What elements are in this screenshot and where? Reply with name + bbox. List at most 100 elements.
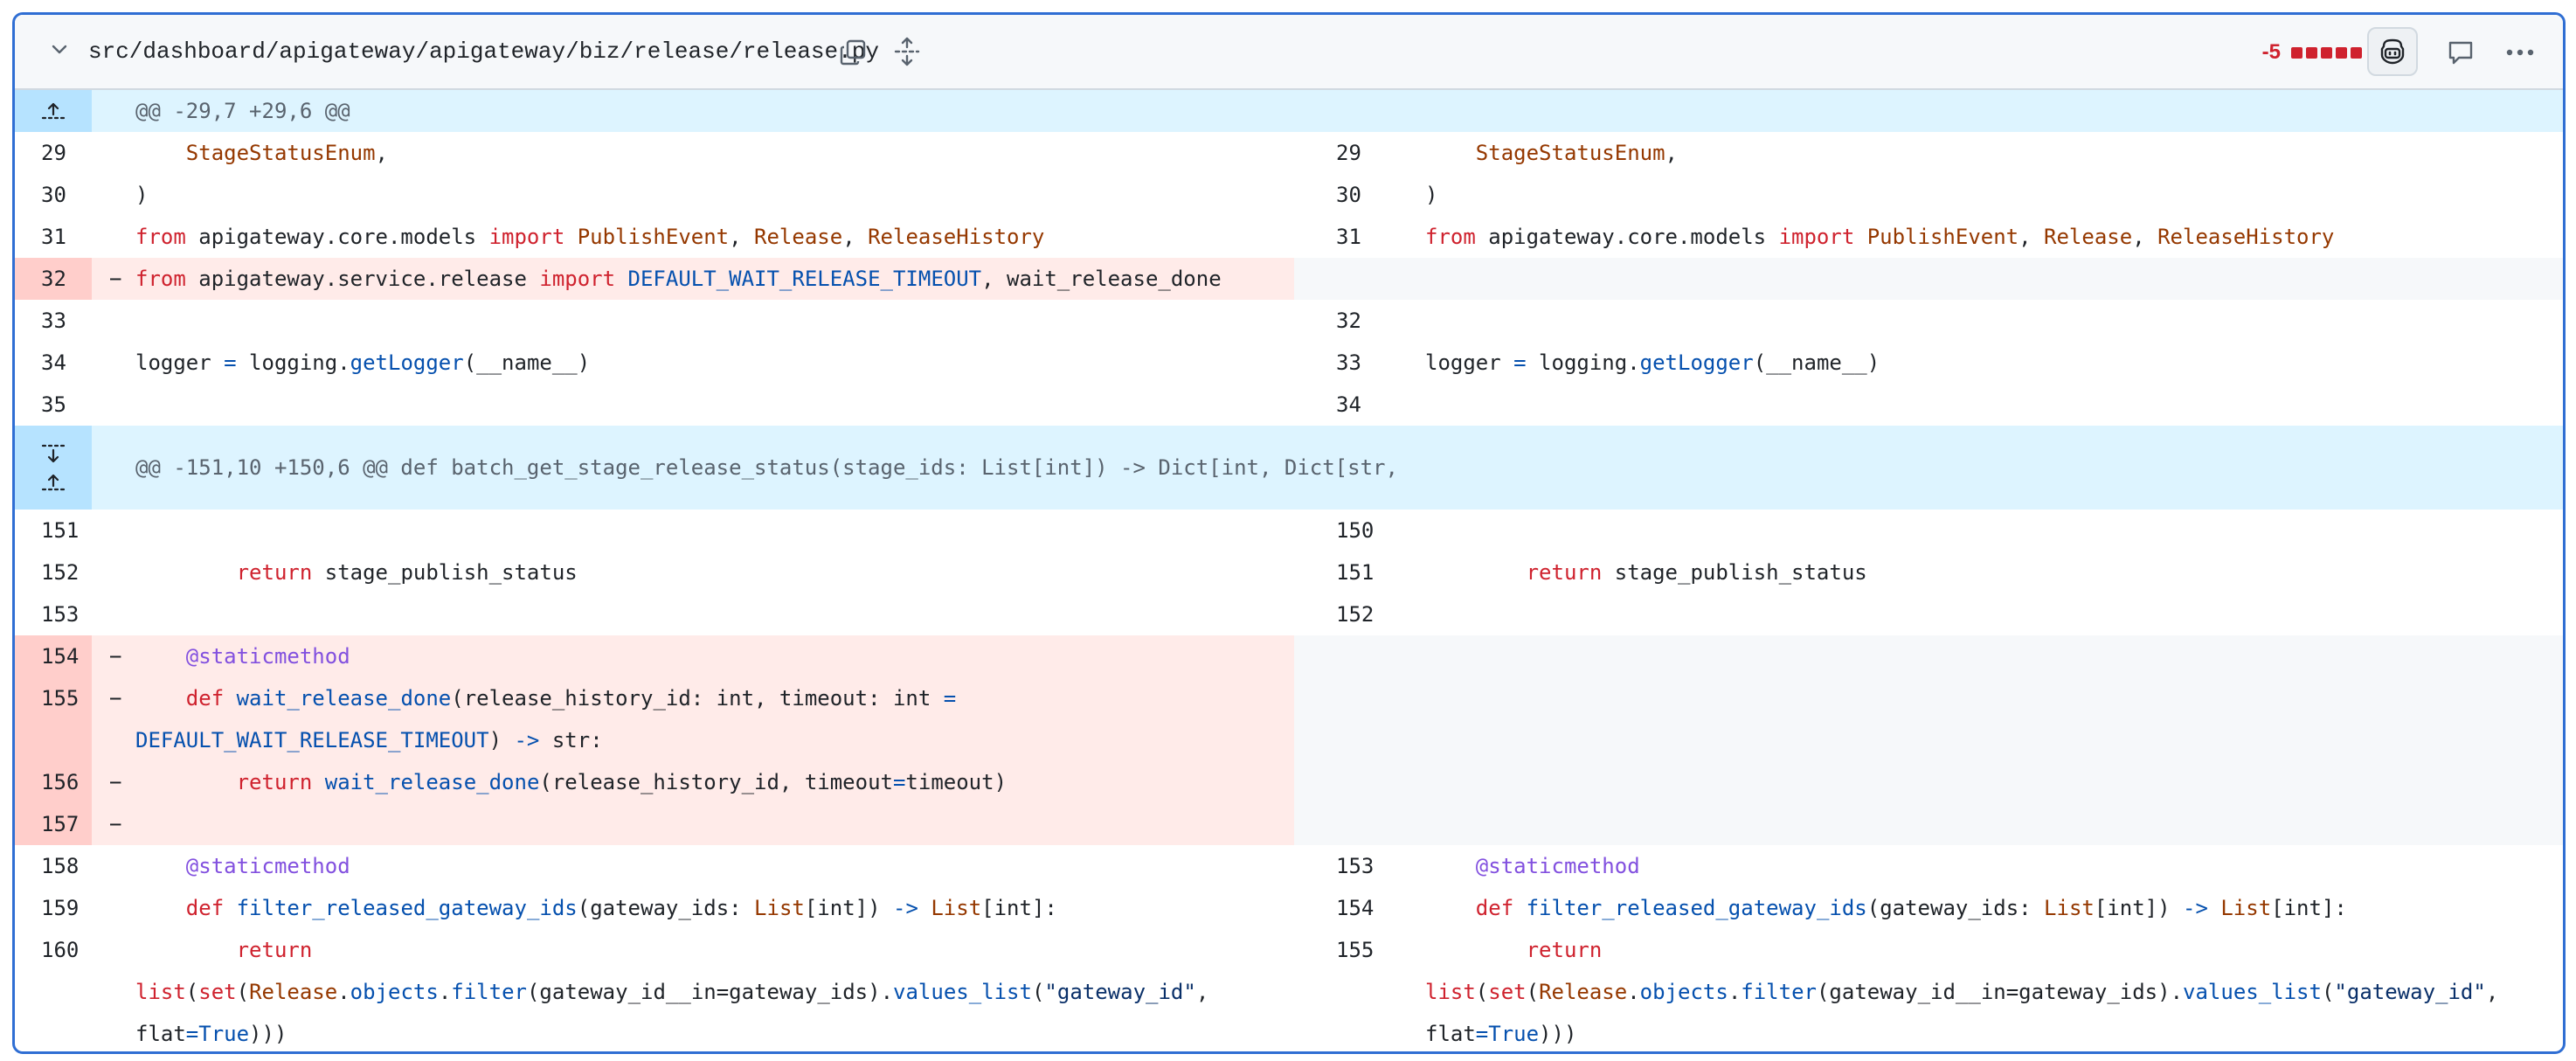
line-number[interactable]: 151 (1336, 551, 1388, 593)
hunk-header-text: @@ -29,7 +29,6 @@ (135, 99, 350, 123)
diff-row-deleted: 156 − return wait_release_done(release_h… (15, 761, 2563, 803)
right-side: 154 def filter_released_gateway_ids(gate… (1294, 887, 2563, 929)
diff-row-deleted: 154 − @staticmethod (15, 635, 2563, 677)
right-side-empty (1294, 677, 2563, 761)
comment-icon[interactable] (2442, 34, 2479, 71)
copilot-icon (2380, 38, 2405, 65)
code-line: logger = logging.getLogger(__name__) (135, 350, 591, 375)
left-side: 158 @staticmethod (15, 845, 1294, 887)
right-side: 155 return list(set(Release.objects.filt… (1294, 929, 2563, 1051)
line-number[interactable]: 153 (41, 593, 93, 635)
code-line: def filter_released_gateway_ids(gateway_… (1475, 896, 2347, 920)
stat-box (2351, 46, 2362, 59)
diff-row: 159 def filter_released_gateway_ids(gate… (15, 887, 2563, 929)
diff-stat: -5 (2262, 39, 2362, 66)
right-side: 151 return stage_publish_status (1294, 551, 2563, 593)
diff-row: 31 from apigateway.core.models import Pu… (15, 216, 2563, 258)
line-number[interactable]: 154 (41, 635, 93, 677)
chevron-down-icon[interactable] (46, 36, 73, 62)
deletion-marker: − (109, 770, 122, 794)
hunk-header: @@ -29,7 +29,6 @@ (15, 90, 2563, 132)
code-line: return stage_publish_status (236, 560, 578, 585)
diff-row-deleted: 155 − def wait_release_done(release_hist… (15, 677, 2563, 761)
line-number[interactable]: 30 (41, 174, 93, 216)
line-number[interactable]: 32 (41, 258, 93, 300)
line-number[interactable]: 154 (1336, 887, 1388, 929)
diff-row: 29 StageStatusEnum, 29 StageStatusEnum, (15, 132, 2563, 174)
copilot-button[interactable] (2367, 27, 2418, 76)
left-side: 160 return list(set(Release.objects.filt… (15, 929, 1294, 1051)
code-line: def wait_release_done(release_history_id… (135, 686, 957, 752)
right-side: 152 (1294, 593, 2563, 635)
deletion-marker: − (109, 644, 122, 669)
code-line: return list(set(Release.objects.filter(g… (1425, 938, 2499, 1046)
line-number[interactable]: 155 (1336, 929, 1388, 971)
right-side: 153 @staticmethod (1294, 845, 2563, 887)
code-line: @staticmethod (1475, 854, 1640, 878)
deletion-marker: − (109, 267, 122, 291)
line-number[interactable]: 159 (41, 887, 93, 929)
code-line: logger = logging.getLogger(__name__) (1425, 350, 1880, 375)
line-number[interactable]: 150 (1336, 510, 1388, 551)
file-path[interactable]: src/dashboard/apigateway/apigateway/biz/… (88, 36, 879, 67)
right-side: 29 StageStatusEnum, (1294, 132, 2563, 174)
code-line: return wait_release_done(release_history… (236, 770, 1008, 794)
line-number[interactable]: 30 (1336, 174, 1388, 216)
line-number[interactable]: 155 (41, 677, 93, 719)
line-number[interactable]: 34 (41, 342, 93, 384)
left-side-deletion: 157 − (15, 803, 1294, 845)
unfold-icon[interactable] (892, 36, 922, 67)
line-number[interactable]: 152 (41, 551, 93, 593)
line-number[interactable]: 29 (41, 132, 93, 174)
line-number[interactable]: 157 (41, 803, 93, 845)
code-line: from apigateway.service.release import D… (135, 267, 1222, 291)
code-line: def filter_released_gateway_ids(gateway_… (185, 896, 1057, 920)
diff-row: 151 150 (15, 510, 2563, 551)
left-side: 29 StageStatusEnum, (15, 132, 1294, 174)
line-number[interactable]: 34 (1336, 384, 1388, 426)
right-side: 150 (1294, 510, 2563, 551)
diff-file: src/dashboard/apigateway/apigateway/biz/… (12, 12, 2566, 1054)
line-number[interactable]: 35 (41, 384, 93, 426)
code-line: from apigateway.core.models import Publi… (135, 225, 1045, 249)
diff-row-deleted: 157 − (15, 803, 2563, 845)
copy-icon[interactable] (838, 38, 868, 67)
left-side: 30 ) (15, 174, 1294, 216)
line-number[interactable]: 153 (1336, 845, 1388, 887)
line-number[interactable]: 156 (41, 761, 93, 803)
right-side-empty (1294, 803, 2563, 845)
left-side-deletion: 154 − @staticmethod (15, 635, 1294, 677)
file-header: src/dashboard/apigateway/apigateway/biz/… (15, 15, 2563, 90)
right-side: 33 logger = logging.getLogger(__name__) (1294, 342, 2563, 384)
left-side-deletion: 32 − from apigateway.service.release imp… (15, 258, 1294, 300)
diff-row-deleted: 32 − from apigateway.service.release imp… (15, 258, 2563, 300)
diff-row: 160 return list(set(Release.objects.filt… (15, 929, 2563, 1051)
line-number[interactable]: 31 (1336, 216, 1388, 258)
hunk-expander (15, 426, 92, 510)
line-number[interactable]: 152 (1336, 593, 1388, 635)
line-number[interactable]: 160 (41, 929, 93, 971)
expand-up-button[interactable] (15, 90, 92, 132)
stat-box (2321, 46, 2332, 59)
right-side: 32 (1294, 300, 2563, 342)
line-number[interactable]: 29 (1336, 132, 1388, 174)
expand-down-icon[interactable] (40, 442, 66, 465)
hunk-header: @@ -151,10 +150,6 @@ def batch_get_stage… (15, 426, 2563, 510)
line-number[interactable]: 33 (41, 300, 93, 342)
right-side: 34 (1294, 384, 2563, 426)
kebab-horizontal-icon[interactable] (2500, 34, 2540, 71)
right-side: 30 ) (1294, 174, 2563, 216)
line-number[interactable]: 158 (41, 845, 93, 887)
line-number[interactable]: 151 (41, 510, 93, 551)
hunk-header-text: @@ -151,10 +150,6 @@ def batch_get_stage… (135, 455, 1398, 480)
line-number[interactable]: 31 (41, 216, 93, 258)
code-line: ) (1425, 183, 1438, 207)
code-line: return list(set(Release.objects.filter(g… (135, 938, 1209, 1046)
left-side: 159 def filter_released_gateway_ids(gate… (15, 887, 1294, 929)
left-side: 31 from apigateway.core.models import Pu… (15, 216, 1294, 258)
line-number[interactable]: 33 (1336, 342, 1388, 384)
line-number[interactable]: 32 (1336, 300, 1388, 342)
code-line: StageStatusEnum, (185, 141, 388, 165)
expand-up-icon[interactable] (40, 472, 66, 493)
code-line: return stage_publish_status (1526, 560, 1867, 585)
